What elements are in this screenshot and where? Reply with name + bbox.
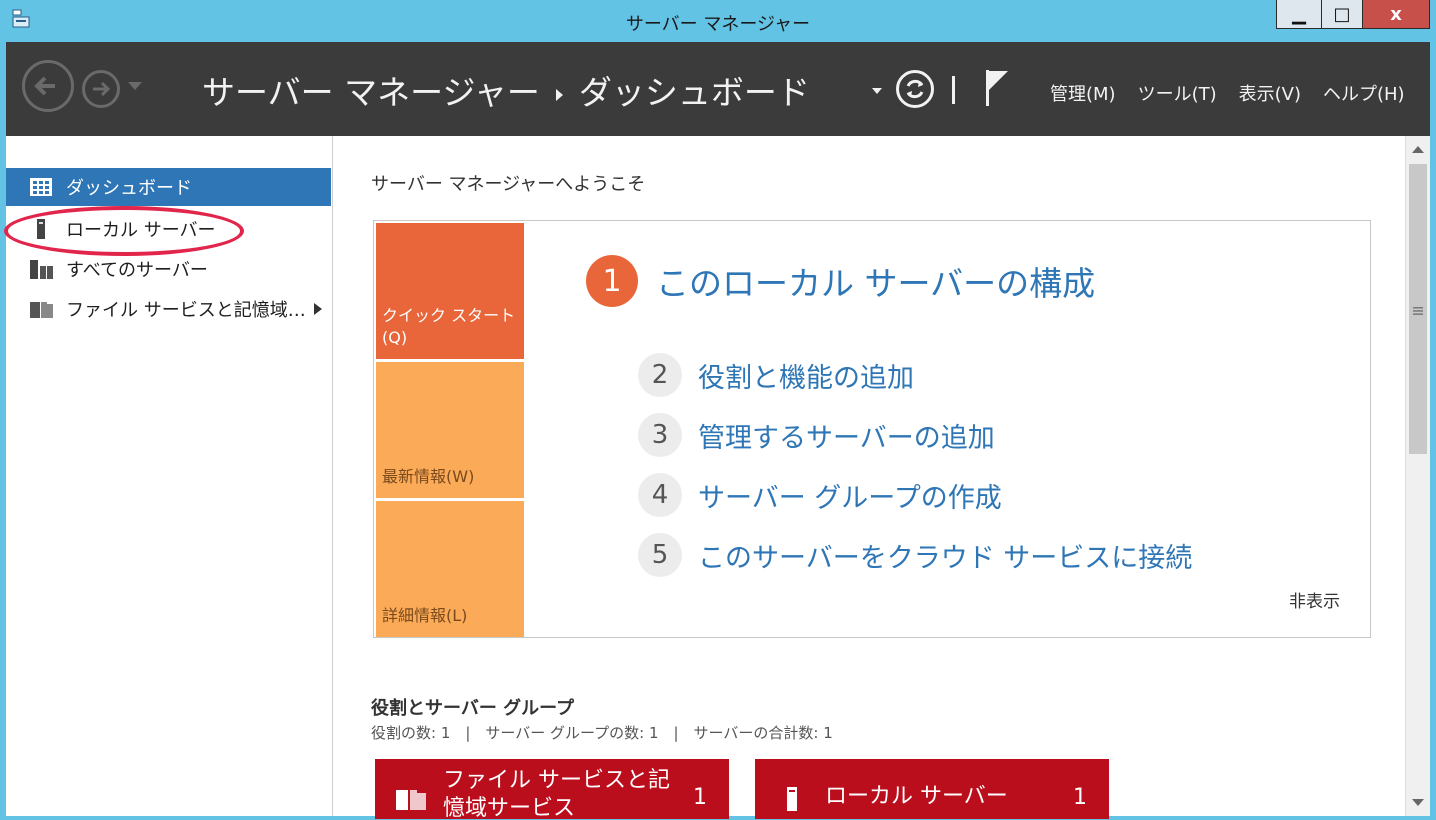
menu-bar: 管理(M) ツール(T) 表示(V) ヘルプ(H)	[1050, 80, 1405, 106]
step-link[interactable]: 管理するサーバーの追加	[698, 416, 995, 455]
close-button[interactable]: x	[1363, 0, 1430, 29]
role-card-file-services[interactable]: ファイル サービスと記憶域サービス 1	[375, 759, 729, 819]
step-number-badge: 1	[586, 255, 638, 307]
role-card-name: ローカル サーバー	[825, 784, 1008, 809]
step-number-badge: 3	[638, 413, 682, 457]
notifications-flag-icon[interactable]	[984, 68, 1010, 108]
step-number-badge: 4	[638, 473, 682, 517]
annotation-highlight-ellipse	[4, 206, 244, 256]
role-card-count: 1	[1073, 785, 1087, 810]
step-link[interactable]: このサーバーをクラウド サービスに接続	[698, 536, 1192, 575]
step-configure-local-server[interactable]: 1 このローカル サーバーの構成	[586, 255, 1095, 307]
sidebar-item-label: ダッシュボード	[66, 178, 192, 199]
scroll-up-arrow-icon[interactable]	[1412, 146, 1424, 153]
sidebar-item-file-services[interactable]: ファイル サービスと記憶域…	[6, 290, 331, 328]
menu-tools[interactable]: ツール(T)	[1138, 80, 1217, 106]
menu-view[interactable]: 表示(V)	[1239, 80, 1301, 106]
window-title-bar: サーバー マネージャー ▁ □ x	[0, 0, 1436, 42]
role-card-count: 1	[693, 785, 707, 810]
step-create-server-group[interactable]: 4 サーバー グループの作成	[638, 473, 1002, 517]
step-number-badge: 5	[638, 533, 682, 577]
step-link[interactable]: このローカル サーバーの構成	[656, 257, 1095, 305]
welcome-heading: サーバー マネージャーへようこそ	[371, 174, 646, 195]
sidebar-item-all-servers[interactable]: すべてのサーバー	[6, 250, 331, 288]
step-connect-cloud[interactable]: 5 このサーバーをクラウド サービスに接続	[638, 533, 1192, 577]
arrow-left-icon	[34, 76, 55, 96]
arrow-right-icon	[93, 81, 111, 97]
step-link[interactable]: 役割と機能の追加	[698, 356, 914, 395]
navigation-pane: ダッシュボード ローカル サーバー すべてのサーバー ファイル サービスと記憶域…	[4, 136, 333, 816]
window-title: サーバー マネージャー	[625, 14, 811, 35]
servers-icon	[30, 260, 53, 279]
sidebar-item-dashboard[interactable]: ダッシュボード	[6, 168, 331, 206]
step-add-roles[interactable]: 2 役割と機能の追加	[638, 353, 914, 397]
roles-counts: 役割の数: 1 | サーバー グループの数: 1 | サーバーの合計数: 1	[371, 724, 833, 742]
refresh-icon	[906, 79, 924, 99]
breadcrumb: サーバー マネージャー ダッシュボード	[202, 66, 810, 114]
sidebar-item-label: ファイル サービスと記憶域…	[66, 300, 306, 321]
file-services-icon	[396, 790, 426, 810]
expand-arrow-icon[interactable]	[314, 303, 322, 315]
welcome-tile-panel: クイック スタート (Q) 最新情報(W) 詳細情報(L) 1 このローカル サ…	[373, 220, 1371, 638]
window-controls: ▁ □ x	[1276, 0, 1430, 29]
dashboard-grid-icon	[30, 178, 52, 196]
tab-quick-start[interactable]: クイック スタート (Q)	[376, 223, 524, 359]
app-header: サーバー マネージャー ダッシュボード 管理(M) ツール(T) 表示(V) ヘル…	[6, 42, 1430, 136]
role-card-local-server[interactable]: ローカル サーバー 1	[755, 759, 1109, 819]
roles-section-title: 役割とサーバー グループ	[371, 698, 575, 719]
breadcrumb-dropdown-icon[interactable]	[872, 88, 882, 94]
step-link[interactable]: サーバー グループの作成	[698, 476, 1002, 515]
refresh-button[interactable]	[896, 70, 934, 108]
chevron-right-icon	[555, 88, 563, 101]
forward-button[interactable]	[82, 70, 120, 108]
server-icon	[787, 787, 797, 811]
breadcrumb-root[interactable]: サーバー マネージャー	[202, 73, 540, 112]
step-number-badge: 2	[638, 353, 682, 397]
maximize-button[interactable]: □	[1322, 0, 1363, 29]
history-dropdown-icon[interactable]	[128, 82, 142, 90]
step-add-servers[interactable]: 3 管理するサーバーの追加	[638, 413, 995, 457]
back-button[interactable]	[22, 60, 74, 112]
grip-lines-icon	[1413, 307, 1423, 315]
breadcrumb-current: ダッシュボード	[578, 73, 810, 112]
menu-manage[interactable]: 管理(M)	[1050, 80, 1116, 106]
vertical-scrollbar[interactable]	[1405, 136, 1430, 816]
tab-learn-more[interactable]: 詳細情報(L)	[376, 501, 524, 637]
file-services-icon	[30, 302, 53, 318]
minimize-button[interactable]: ▁	[1276, 0, 1322, 29]
hide-welcome-link[interactable]: 非表示	[1289, 587, 1340, 612]
scroll-down-arrow-icon[interactable]	[1412, 799, 1424, 806]
toolbar-divider	[952, 76, 955, 104]
sidebar-item-label: すべてのサーバー	[66, 260, 208, 281]
menu-help[interactable]: ヘルプ(H)	[1323, 80, 1405, 106]
tab-whats-new[interactable]: 最新情報(W)	[376, 362, 524, 498]
dashboard-content: サーバー マネージャーへようこそ クイック スタート (Q) 最新情報(W) 詳…	[333, 136, 1405, 819]
role-card-name: ファイル サービスと記憶域サービス	[443, 768, 670, 819]
